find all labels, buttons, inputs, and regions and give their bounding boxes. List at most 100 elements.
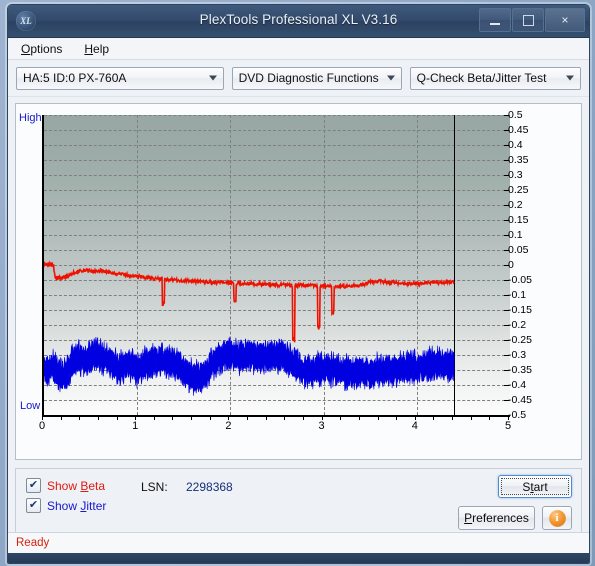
- y-axis-tick-label: 0.3: [508, 169, 523, 181]
- x-axis-tick-mark: [97, 415, 99, 420]
- x-axis-tick-label: 1: [132, 420, 139, 432]
- y-axis-tick-label: 0.35: [508, 154, 529, 166]
- chevron-down-icon: [208, 75, 217, 81]
- chart-series-jitter: [44, 336, 455, 396]
- minimize-icon: [490, 22, 500, 25]
- y-axis-tick-mark: [504, 280, 509, 281]
- y-axis-tick-label: -0.25: [508, 334, 532, 346]
- maximize-button[interactable]: [512, 8, 544, 32]
- x-axis-tick-mark: [433, 415, 435, 420]
- y-axis-tick-mark: [504, 325, 509, 326]
- x-axis-tick-mark: [191, 415, 193, 420]
- minimize-button[interactable]: [479, 8, 511, 32]
- x-axis-tick-mark: [172, 415, 174, 420]
- x-axis-tick-label: 2: [225, 420, 232, 432]
- y-axis-tick-mark: [504, 160, 509, 161]
- x-axis-tick-mark: [247, 415, 249, 420]
- y-axis-tick-label: 0.45: [508, 124, 529, 136]
- toolbar: HA:5 ID:0 PX-760A DVD Diagnostic Functio…: [8, 60, 589, 97]
- menu-item-help[interactable]: Help: [81, 41, 112, 57]
- x-axis-tick-mark: [414, 415, 416, 420]
- menu-item-help-label: elp: [93, 41, 110, 56]
- x-axis-tick-mark: [228, 415, 230, 420]
- x-axis-tick-mark: [489, 415, 491, 420]
- y-axis-tick-mark: [504, 220, 509, 221]
- close-button[interactable]: ×: [545, 8, 585, 32]
- y-axis-tick-label: -0.15: [508, 304, 532, 316]
- window-footer: [8, 553, 589, 563]
- function-select-value: DVD Diagnostic Functions: [238, 71, 379, 85]
- y-axis-tick-mark: [504, 400, 509, 401]
- y-axis-tick-label: -0.45: [508, 394, 532, 406]
- y-axis-tick-label: 0.1: [508, 229, 523, 241]
- y-axis-tick-label: -0.05: [508, 274, 532, 286]
- plot-area: [42, 115, 510, 417]
- plot-area-wrapper: High Low 0.5 0.45 0.4 0.35 0.3 0.25 0.2 0.15 0.1…: [16, 104, 581, 459]
- status-bar: Ready: [8, 532, 589, 553]
- y-axis-tick-label: 0.4: [508, 139, 523, 151]
- y-axis-tick-label: -0.1: [508, 289, 527, 301]
- chart-traces: [44, 260, 455, 396]
- x-axis-tick-mark: [452, 415, 454, 420]
- y-axis-tick-label: -0.4: [508, 379, 527, 391]
- x-axis-tick-mark: [358, 415, 360, 420]
- y-axis-tick-label: 0.25: [508, 184, 529, 196]
- lsn-value: 2298368: [186, 480, 233, 494]
- x-axis-tick-label: 3: [318, 420, 325, 432]
- y-axis-tick-mark: [504, 205, 509, 206]
- start-button[interactable]: Start: [498, 475, 572, 498]
- y-axis-tick-mark: [504, 145, 509, 146]
- status-text: Ready: [16, 537, 50, 549]
- y-axis-tick-mark: [504, 175, 509, 176]
- y-axis-tick-mark: [504, 130, 509, 131]
- preferences-button[interactable]: Preferences: [458, 506, 535, 530]
- close-icon: ×: [561, 13, 569, 27]
- x-axis-tick-mark: [284, 415, 286, 420]
- window-buttons: ×: [479, 8, 585, 32]
- y-axis-tick-mark: [504, 250, 509, 251]
- test-select[interactable]: Q-Check Beta/Jitter Test: [409, 66, 581, 90]
- x-axis-tick-label: 0: [38, 420, 46, 432]
- show-beta-checkbox[interactable]: ✔ Show Beta: [26, 478, 105, 493]
- focus-ring: [501, 478, 569, 495]
- x-axis-tick-mark: [209, 415, 211, 420]
- axis-label-high: High: [19, 112, 42, 124]
- x-axis-tick-mark: [396, 415, 398, 420]
- x-axis-tick-mark: [470, 415, 472, 420]
- menu-item-options[interactable]: Options: [18, 41, 65, 57]
- y-axis-tick-mark: [504, 235, 509, 236]
- x-axis-tick-mark: [42, 415, 43, 420]
- x-axis-tick-mark: [153, 415, 155, 420]
- preferences-button-label: Preferences: [464, 511, 529, 525]
- y-axis-tick-mark: [504, 310, 509, 311]
- x-axis-tick-mark: [116, 415, 118, 420]
- chevron-down-icon: [386, 75, 395, 81]
- y-axis-tick-mark: [504, 385, 509, 386]
- x-axis-tick-mark: [265, 415, 267, 420]
- show-jitter-label: Show Jitter: [47, 498, 107, 513]
- y-axis-tick-mark: [504, 340, 509, 341]
- chart-panel: High Low 0.5 0.45 0.4 0.35 0.3 0.25 0.2 0.15 0.1…: [15, 103, 582, 460]
- lsn-label: LSN:: [141, 480, 168, 494]
- y-axis-tick-mark: [504, 295, 509, 296]
- x-axis-tick-label: 5: [504, 420, 512, 432]
- y-axis-tick-label: -0.35: [508, 364, 532, 376]
- checkbox-icon: ✔: [26, 478, 41, 493]
- info-button[interactable]: i: [542, 506, 572, 530]
- x-axis-tick-mark: [340, 415, 342, 420]
- show-jitter-checkbox[interactable]: ✔ Show Jitter: [26, 498, 106, 513]
- menu-bar: Options Help: [8, 38, 589, 60]
- test-select-value: Q-Check Beta/Jitter Test: [416, 71, 547, 85]
- drive-select-value: HA:5 ID:0 PX-760A: [23, 71, 127, 85]
- maximize-icon: [522, 14, 534, 26]
- show-beta-label: Show Beta: [47, 478, 106, 493]
- y-axis-tick-label: -0.2: [508, 319, 527, 331]
- x-axis-tick-mark: [508, 415, 509, 420]
- function-select[interactable]: DVD Diagnostic Functions: [231, 66, 402, 90]
- y-axis-tick-label: 0.05: [508, 244, 529, 256]
- menu-item-options-label: ptions: [30, 41, 63, 56]
- controls-panel: ✔ Show Beta ✔ Show Jitter LSN: 2298368 S…: [15, 468, 582, 536]
- y-axis-tick-label: -0.3: [508, 349, 527, 361]
- drive-select[interactable]: HA:5 ID:0 PX-760A: [16, 66, 224, 90]
- info-icon: i: [548, 509, 566, 527]
